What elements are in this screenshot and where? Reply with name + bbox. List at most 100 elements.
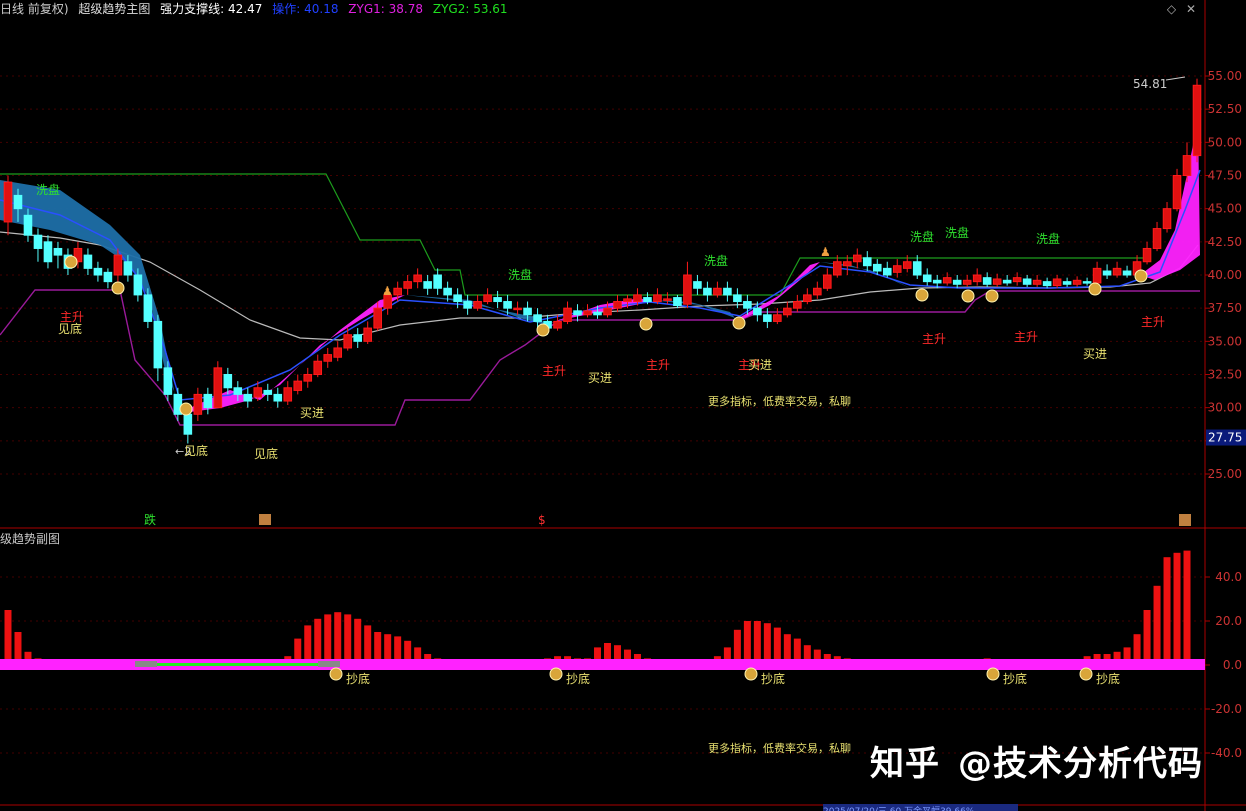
chaodi-label: 抄底 xyxy=(346,671,370,686)
candle-body xyxy=(892,265,902,273)
sub-bar xyxy=(643,658,651,659)
flag-marker xyxy=(1179,514,1191,526)
candle-body xyxy=(623,298,632,303)
money-bag-icon xyxy=(744,667,758,681)
candle-body xyxy=(932,279,942,284)
candle xyxy=(353,328,363,348)
sub-bar xyxy=(773,627,781,659)
sub-bar xyxy=(34,658,42,659)
candle-body xyxy=(443,287,452,296)
candle xyxy=(852,248,862,269)
signal-label: 主升 xyxy=(542,364,566,378)
candle xyxy=(323,347,333,368)
sub-bar xyxy=(374,632,382,659)
candle-body xyxy=(493,297,502,303)
signal-label: 主升 xyxy=(1014,330,1038,344)
sub-bar xyxy=(603,643,611,659)
candle-body xyxy=(43,241,53,263)
candle xyxy=(293,374,303,395)
candle xyxy=(1022,275,1032,287)
zyg1-label-text: ZYG1: xyxy=(348,2,385,16)
candle-body xyxy=(773,314,782,322)
dollar-marker: $ xyxy=(538,513,546,527)
person-icon: ♟ xyxy=(820,245,831,259)
sub-bar xyxy=(434,658,442,659)
candle xyxy=(583,304,592,318)
chart-canvas[interactable]: 55.00 52.50 50.00 47.50 45.00 42.50 40.00 37.50… xyxy=(0,0,1246,811)
candle xyxy=(793,294,802,313)
close-icon[interactable]: ✕ xyxy=(1186,2,1196,16)
sub-bar xyxy=(833,656,841,659)
candle xyxy=(1042,277,1052,289)
period-label[interactable]: 日线 前复权) xyxy=(0,2,69,16)
sub-bar xyxy=(813,649,821,659)
candle-body xyxy=(203,393,213,409)
candle-body xyxy=(1142,247,1152,263)
candle-body xyxy=(793,301,802,309)
candle xyxy=(413,268,422,289)
money-bag-icon xyxy=(179,402,193,416)
op-label: 操作: 40.18 xyxy=(272,2,338,16)
candle-body xyxy=(583,310,592,316)
candle xyxy=(813,281,822,299)
support-value: 42.47 xyxy=(228,2,263,16)
candle xyxy=(803,288,812,305)
sub-bar xyxy=(713,656,721,659)
candle xyxy=(243,387,253,408)
candle-body xyxy=(413,274,422,283)
candle xyxy=(463,294,472,315)
candle-body xyxy=(453,294,462,303)
candle xyxy=(213,361,223,409)
candle-body xyxy=(982,277,992,285)
candle-body xyxy=(942,277,952,284)
price-tag-text: 27.75 xyxy=(1208,431,1242,445)
candle-body xyxy=(1002,279,1012,284)
candle-body xyxy=(3,181,13,223)
chaodi-label: 抄底 xyxy=(1003,671,1027,686)
candle-body xyxy=(293,380,303,391)
y-tick-label: 40.00 xyxy=(1208,268,1242,282)
candle xyxy=(473,294,482,311)
op-line xyxy=(0,169,1201,401)
diamond-icon[interactable]: ◇ xyxy=(1167,2,1176,16)
money-bag-icon xyxy=(985,289,999,303)
sub-bar xyxy=(574,658,582,659)
candle xyxy=(1112,261,1122,278)
y-tick-label: 52.50 xyxy=(1208,102,1242,116)
candle xyxy=(103,268,113,289)
stock-chart[interactable]: 55.00 52.50 50.00 47.50 45.00 42.50 40.00 37.50… xyxy=(0,0,1246,811)
candle-body xyxy=(683,274,692,305)
sub-bar xyxy=(544,658,552,659)
candle xyxy=(613,294,622,313)
candle-body xyxy=(643,297,652,303)
candle xyxy=(263,383,273,402)
candle-body xyxy=(872,263,882,272)
sub-bar xyxy=(354,618,362,659)
candle-body xyxy=(213,367,223,409)
money-bag-icon xyxy=(549,667,563,681)
indicator-name[interactable]: 超级趋势主图 xyxy=(78,2,150,16)
sub-bar xyxy=(723,647,731,659)
candle xyxy=(3,175,13,236)
signal-label: 见底 xyxy=(58,321,82,336)
candle-body xyxy=(1162,208,1172,230)
y-tick-label: 42.50 xyxy=(1208,235,1242,249)
candle xyxy=(1052,275,1062,289)
candle xyxy=(53,241,63,269)
high-price-label: 54.81 xyxy=(1133,77,1167,91)
candle xyxy=(703,281,712,302)
ma-line xyxy=(0,231,1199,341)
money-bag-icon xyxy=(986,667,1000,681)
candle-body xyxy=(882,267,892,276)
sub-bar xyxy=(14,632,22,659)
y-tick-label: 50.00 xyxy=(1208,135,1242,149)
sub-bar xyxy=(554,656,562,659)
chart-header: 日线 前复权) 超级趋势主图 强力支撑线: 42.47 操作: 40.18 ZY… xyxy=(0,0,1205,18)
candle-body xyxy=(803,294,812,303)
sub-bar xyxy=(314,618,322,659)
candle-body xyxy=(663,298,672,301)
sub-bar xyxy=(1133,634,1141,659)
candle-body xyxy=(433,274,442,289)
candle xyxy=(1002,275,1012,286)
candle xyxy=(433,268,442,295)
